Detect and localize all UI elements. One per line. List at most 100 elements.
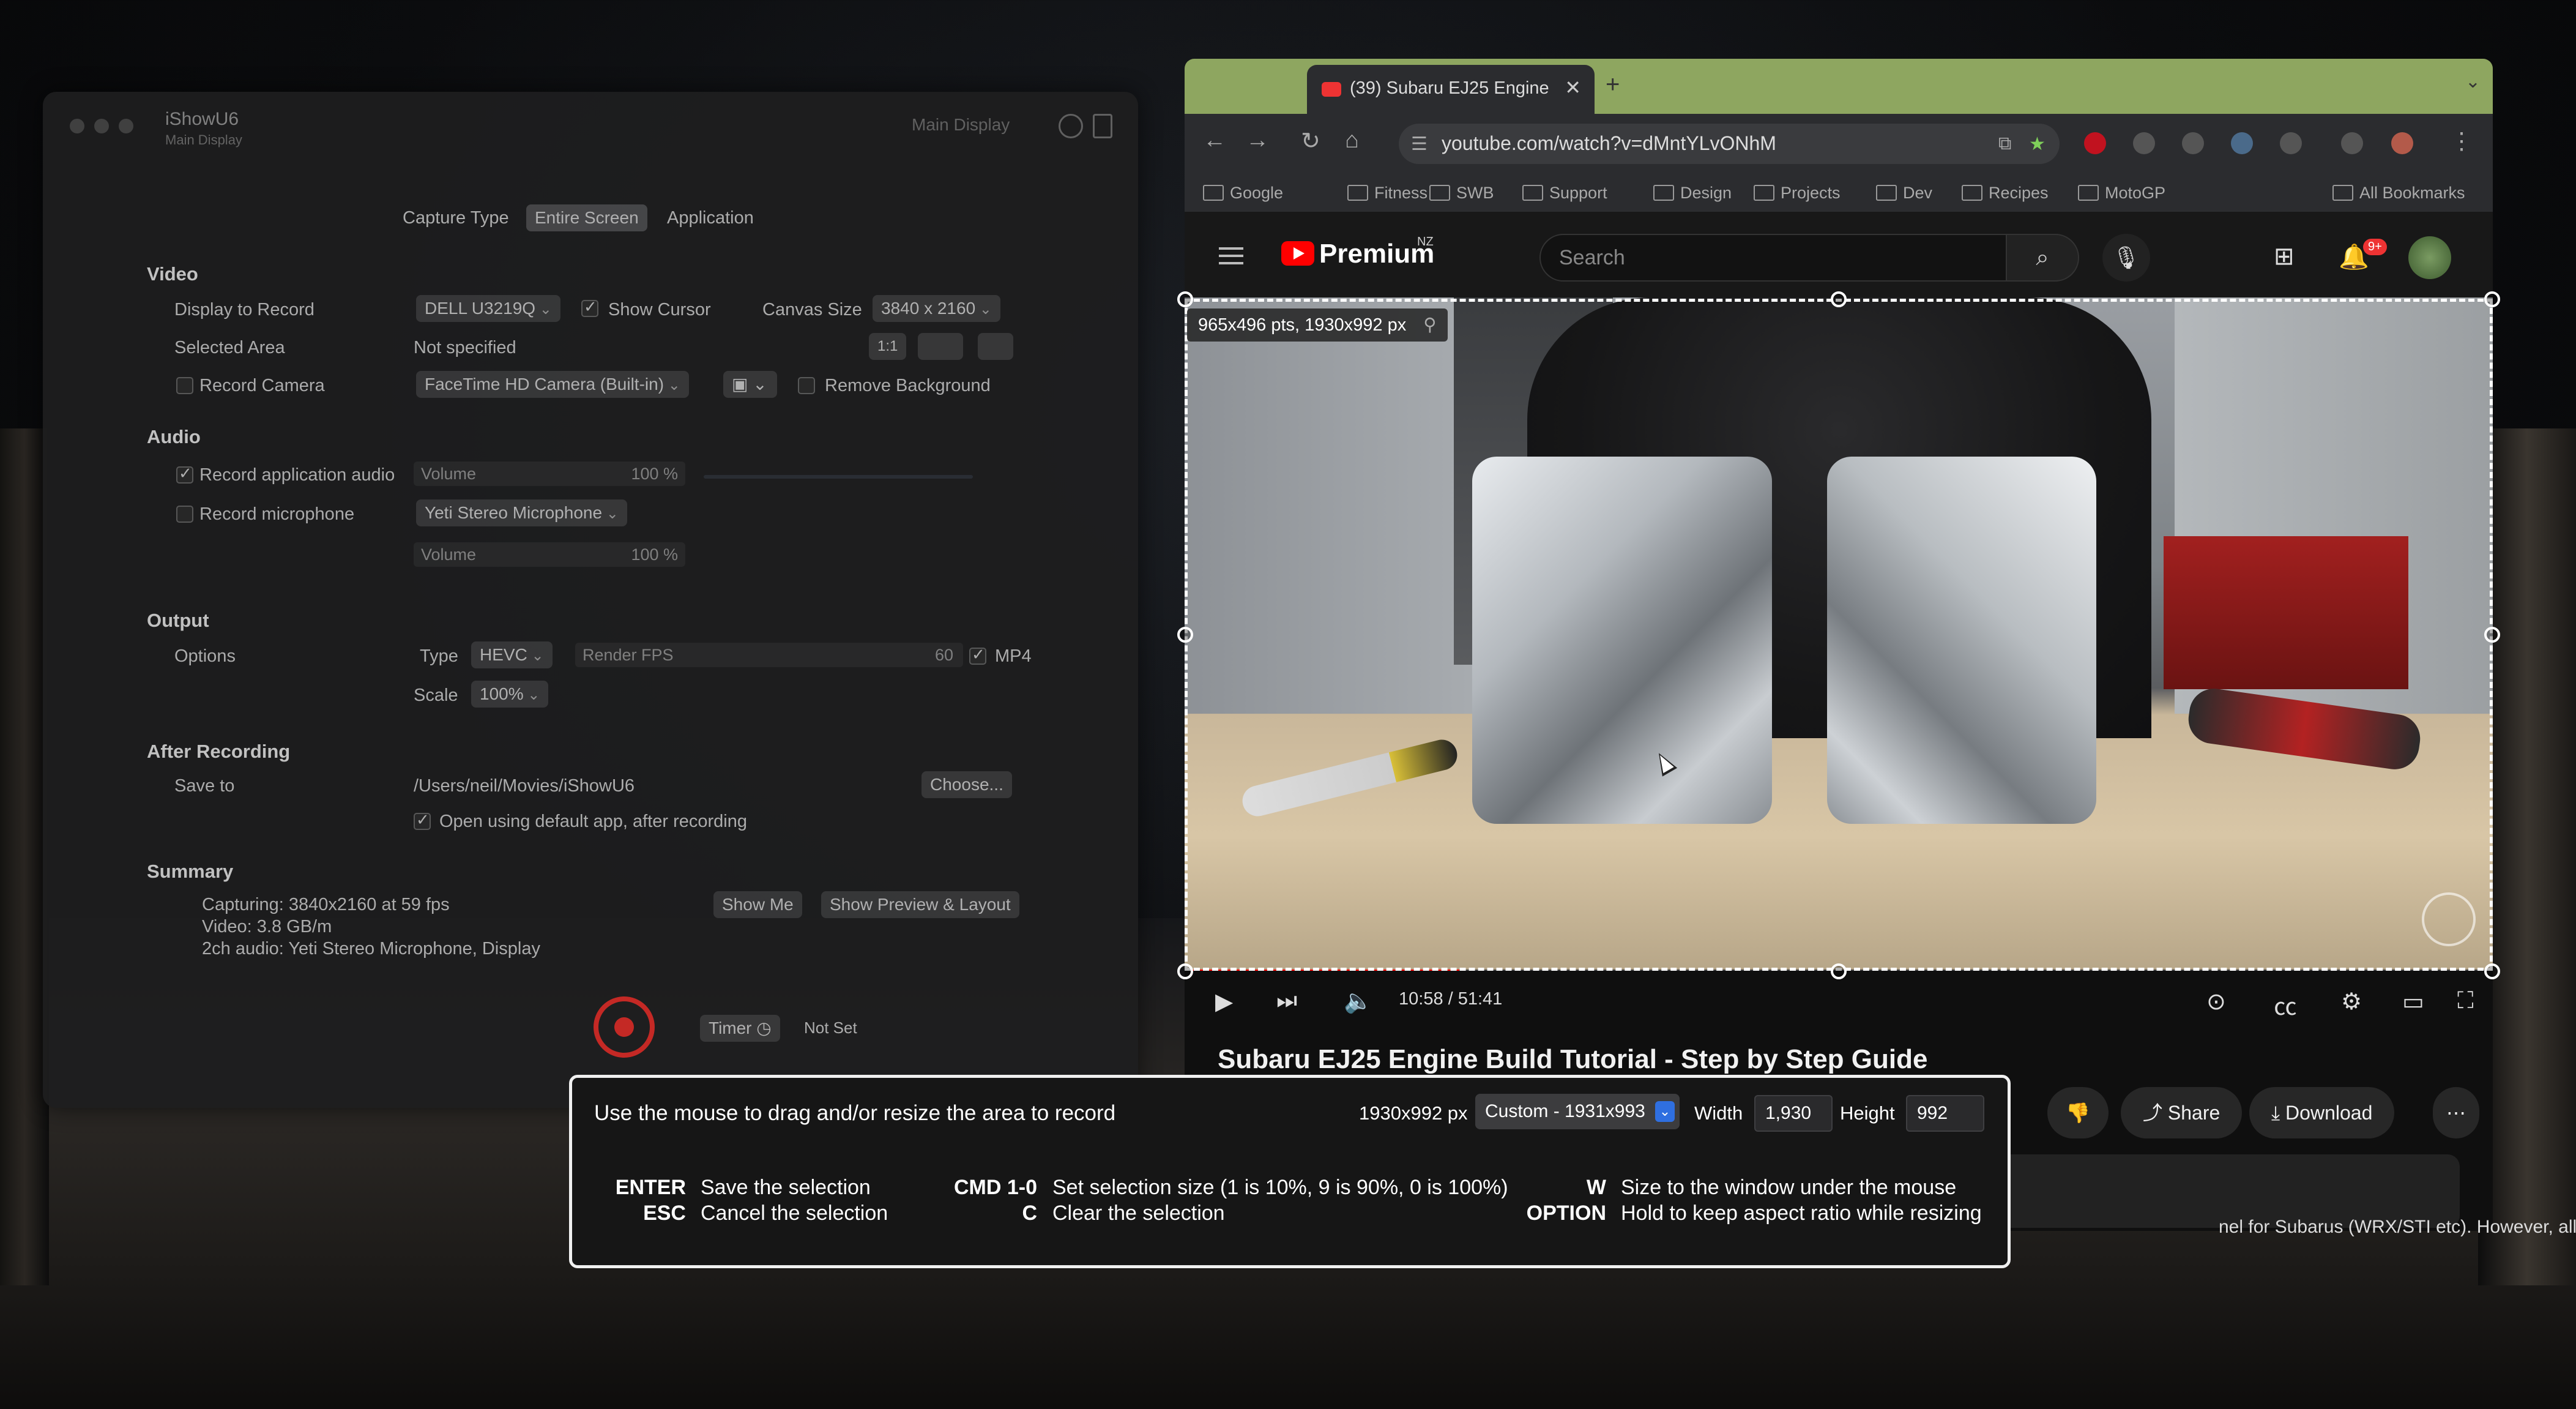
all-bookmarks[interactable]: All Bookmarks bbox=[2332, 184, 2465, 203]
bookmark-google[interactable]: Google bbox=[1203, 184, 1283, 203]
autoplay-toggle-icon[interactable]: ⊙ bbox=[2206, 988, 2226, 1015]
ratio-button[interactable]: 1:1 bbox=[869, 333, 907, 360]
display-select[interactable]: DELL U3219Q bbox=[416, 295, 560, 322]
bookmark-dev[interactable]: Dev bbox=[1876, 184, 1932, 203]
resize-handle-bottom-right[interactable] bbox=[2484, 963, 2500, 979]
mic-volume-field[interactable]: Volume 100 % bbox=[414, 542, 685, 567]
resize-handle-bottom-left[interactable] bbox=[1177, 963, 1193, 979]
share-button[interactable]: ⤴ Share bbox=[2121, 1087, 2243, 1138]
show-me-button[interactable]: Show Me bbox=[713, 891, 802, 918]
play-icon[interactable]: ▶ bbox=[1215, 988, 1233, 1015]
resize-handle-left[interactable] bbox=[1177, 627, 1193, 643]
bookmark-swb[interactable]: SWB bbox=[1429, 184, 1494, 203]
close-window-button[interactable] bbox=[70, 119, 84, 133]
youtube-logo-icon[interactable] bbox=[1281, 241, 1314, 266]
browser-menu-icon[interactable]: ⋮ bbox=[2450, 127, 2473, 155]
media-controls-icon[interactable] bbox=[2341, 132, 2363, 154]
pin-icon[interactable]: ⚲ bbox=[1423, 315, 1436, 335]
close-tab-icon[interactable]: ✕ bbox=[1565, 76, 1581, 99]
show-cursor-checkbox[interactable] bbox=[581, 297, 598, 317]
tab-application[interactable]: Application bbox=[667, 208, 754, 228]
type-select[interactable]: HEVC bbox=[471, 641, 553, 668]
address-bar[interactable]: ☰ youtube.com/watch?v=dMntYLvONhM ⧉ ★ bbox=[1399, 124, 2060, 164]
bookmark-projects[interactable]: Projects bbox=[1754, 184, 1841, 203]
open-default-checkbox[interactable] bbox=[414, 810, 431, 830]
download-button[interactable]: ⤓ Download bbox=[2249, 1087, 2395, 1138]
app-audio-checkbox[interactable] bbox=[176, 464, 193, 484]
miniplayer-icon[interactable]: ▭ bbox=[2402, 988, 2424, 1015]
more-actions-icon[interactable]: ⋯ bbox=[2433, 1087, 2479, 1138]
resize-handle-bottom[interactable] bbox=[1831, 963, 1847, 979]
extensions-puzzle-icon[interactable] bbox=[2280, 132, 2302, 154]
chevron-down-icon: ⌄ bbox=[1655, 1101, 1675, 1122]
resize-handle-right[interactable] bbox=[2484, 627, 2500, 643]
crop-icon[interactable] bbox=[918, 333, 963, 360]
volume-icon[interactable]: 🔈 bbox=[1344, 988, 1372, 1015]
extension-icon-3[interactable] bbox=[2182, 132, 2204, 154]
extension-icon-2[interactable] bbox=[2133, 132, 2155, 154]
height-field[interactable]: 992 bbox=[1906, 1095, 1984, 1132]
minimize-window-button[interactable] bbox=[94, 119, 109, 133]
fullscreen-icon[interactable]: ⛶ bbox=[2457, 988, 2474, 1014]
opera-extension-icon[interactable] bbox=[2084, 132, 2106, 154]
width-field[interactable]: 1,930 bbox=[1754, 1095, 1833, 1132]
sidebar-icon[interactable] bbox=[1093, 114, 1112, 138]
microphone-icon[interactable]: 🎙 bbox=[2102, 234, 2150, 282]
mp4-checkbox[interactable] bbox=[969, 645, 986, 665]
video-heading: Video bbox=[147, 263, 198, 285]
bookmark-design[interactable]: Design bbox=[1653, 184, 1732, 203]
bookmark-motogp[interactable]: MotoGP bbox=[2078, 184, 2165, 203]
size-preset-select[interactable]: Custom - 1931x993 ⌄ bbox=[1475, 1094, 1680, 1129]
volume-label-2: Volume bbox=[421, 545, 477, 564]
microphone-select[interactable]: Yeti Stereo Microphone bbox=[416, 499, 627, 526]
canvas-size-select[interactable]: 3840 x 2160 bbox=[873, 295, 1000, 322]
bookmark-fitness[interactable]: Fitness bbox=[1347, 184, 1428, 203]
record-microphone-checkbox[interactable] bbox=[176, 506, 193, 523]
back-icon[interactable]: ← bbox=[1203, 127, 1226, 154]
bookmark-recipes[interactable]: Recipes bbox=[1962, 184, 2049, 203]
app-volume-slider[interactable] bbox=[704, 475, 973, 479]
timer-button[interactable]: Timer ◷ bbox=[700, 1015, 780, 1042]
show-preview-layout-button[interactable]: Show Preview & Layout bbox=[821, 891, 1019, 918]
new-tab-icon[interactable]: + bbox=[1606, 71, 1620, 99]
bookmark-star-icon[interactable]: ★ bbox=[2029, 133, 2046, 155]
options-label: Options bbox=[174, 646, 236, 666]
camera-select[interactable]: FaceTime HD Camera (Built-in) bbox=[416, 371, 689, 398]
display-menu[interactable]: Main Display bbox=[912, 115, 1010, 135]
choose-button[interactable]: Choose... bbox=[921, 771, 1012, 798]
extension-icon-4[interactable] bbox=[2231, 132, 2253, 154]
home-icon[interactable]: ⌂ bbox=[1345, 127, 1359, 154]
search-icon[interactable]: ⌕ bbox=[2006, 234, 2079, 282]
more-options-icon[interactable] bbox=[1059, 114, 1083, 138]
record-button[interactable] bbox=[594, 996, 655, 1058]
resize-handle-top[interactable] bbox=[1831, 291, 1847, 307]
menu-icon[interactable] bbox=[1219, 247, 1243, 250]
resize-handle-top-right[interactable] bbox=[2484, 291, 2500, 307]
captions-icon[interactable]: ㏄ bbox=[2274, 988, 2297, 1022]
record-camera-checkbox[interactable] bbox=[176, 377, 193, 394]
image-icon[interactable]: ▣ ⌄ bbox=[723, 371, 777, 398]
zoom-window-button[interactable] bbox=[119, 119, 133, 133]
youtube-search-input[interactable]: Search bbox=[1539, 234, 2007, 282]
install-icon[interactable]: ⧉ bbox=[1998, 133, 2011, 154]
settings-gear-icon[interactable]: ⚙ bbox=[2341, 988, 2362, 1015]
remove-background-checkbox[interactable] bbox=[798, 377, 815, 394]
tab-entire-screen[interactable]: Entire Screen bbox=[526, 204, 647, 231]
reload-icon[interactable]: ↻ bbox=[1301, 127, 1320, 155]
app-volume-field[interactable]: Volume 100 % bbox=[414, 462, 685, 486]
profile-avatar[interactable] bbox=[2391, 132, 2413, 154]
resize-handle-top-left[interactable] bbox=[1177, 291, 1193, 307]
tab-youtube[interactable]: (39) Subaru EJ25 Engine Build Tutorial ✕ bbox=[1307, 65, 1595, 114]
bookmark-support[interactable]: Support bbox=[1522, 184, 1607, 203]
dislike-icon[interactable]: 👎 bbox=[2047, 1087, 2109, 1138]
render-fps-field[interactable]: Render FPS 60 bbox=[575, 643, 963, 667]
selection-rectangle[interactable] bbox=[1185, 299, 2493, 971]
site-info-icon[interactable]: ☰ bbox=[1411, 133, 1428, 155]
next-icon[interactable]: ⏭ bbox=[1276, 988, 1297, 1014]
tab-search-chevron-icon[interactable]: ⌄ bbox=[2465, 71, 2481, 92]
scale-select[interactable]: 100% bbox=[471, 681, 549, 708]
area-option-icon[interactable] bbox=[978, 333, 1013, 360]
forward-icon[interactable]: → bbox=[1246, 127, 1269, 154]
youtube-avatar[interactable] bbox=[2408, 236, 2451, 279]
create-icon[interactable]: ⊞ bbox=[2274, 242, 2295, 271]
